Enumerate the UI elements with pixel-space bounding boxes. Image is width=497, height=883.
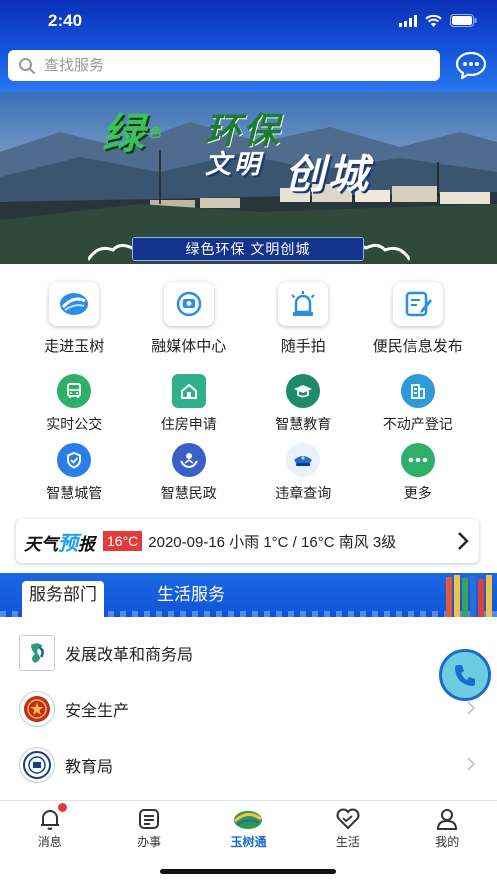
service-violation-query[interactable]: 违章查询 bbox=[246, 443, 361, 503]
tab-life-services[interactable]: 生活服务 bbox=[150, 581, 232, 617]
promo-banner[interactable]: 绿 色 环保 文明 创城 绿色环保 文明创城 bbox=[0, 92, 497, 264]
alarm-light-icon bbox=[278, 282, 329, 326]
service-smart-education[interactable]: 智慧教育 bbox=[246, 374, 361, 434]
service-label: 走进玉树 bbox=[44, 338, 105, 355]
department-name: 教育局 bbox=[65, 759, 114, 776]
banner-headline-3: 文明 bbox=[205, 150, 264, 180]
service-zoujin-yushu[interactable]: 走进玉树 bbox=[17, 282, 132, 356]
service-realtime-bus[interactable]: 实时公交 bbox=[17, 374, 132, 434]
services-row-2: 智慧城管 智慧民政 违章查询 更多 bbox=[0, 443, 497, 503]
house-icon bbox=[171, 374, 206, 408]
service-label: 智慧民政 bbox=[160, 485, 217, 501]
banner-headline-1: 绿 bbox=[102, 109, 147, 158]
weather-logo-highlight: 预 bbox=[58, 532, 78, 555]
nav-messages[interactable]: 消息 bbox=[0, 801, 99, 883]
list-item[interactable]: 发展改革和商务局 bbox=[0, 625, 497, 681]
service-label: 不动产登记 bbox=[382, 416, 453, 432]
tab-service-departments[interactable]: 服务部门 bbox=[22, 581, 104, 617]
nav-label: 我的 bbox=[435, 835, 460, 849]
banner-headline-4: 创城 bbox=[285, 151, 371, 198]
decorative-banner-ornament bbox=[446, 575, 492, 617]
person-icon bbox=[437, 809, 458, 830]
service-label: 智慧城管 bbox=[46, 485, 103, 501]
search-icon bbox=[19, 57, 35, 74]
top-header: 2:40 bbox=[0, 0, 497, 92]
nav-label: 生活 bbox=[335, 835, 360, 849]
bell-icon bbox=[40, 810, 59, 830]
service-smart-civil-affairs[interactable]: 智慧民政 bbox=[132, 443, 247, 503]
yushu-logo-icon bbox=[49, 282, 100, 326]
service-real-estate-registration[interactable]: 不动产登记 bbox=[361, 374, 476, 434]
search-input[interactable] bbox=[44, 57, 424, 74]
document-icon bbox=[139, 809, 160, 829]
banner-caption: 绿色环保 文明创城 bbox=[132, 237, 364, 261]
banner-headline-small: 色 bbox=[148, 126, 162, 141]
service-bianmin-info[interactable]: 便民信息发布 bbox=[361, 282, 476, 356]
department-name: 安全生产 bbox=[65, 703, 130, 720]
status-bar: 2:40 bbox=[0, 0, 497, 44]
list-item[interactable]: 安全生产 bbox=[0, 681, 497, 737]
battery-icon bbox=[450, 14, 477, 27]
home-indicator bbox=[160, 869, 336, 874]
weather-forecast-logo: 天气预报 bbox=[24, 527, 95, 556]
status-time: 2:40 bbox=[48, 11, 83, 30]
edit-note-icon bbox=[392, 282, 443, 326]
temperature-badge: 16°C bbox=[103, 531, 143, 551]
development-bureau-logo-icon bbox=[19, 635, 55, 671]
wifi-icon bbox=[425, 14, 442, 27]
floating-phone-button[interactable] bbox=[439, 649, 491, 701]
service-label: 违章查询 bbox=[275, 485, 332, 501]
media-center-icon bbox=[163, 282, 214, 326]
phone-icon bbox=[455, 665, 475, 686]
service-label: 实时公交 bbox=[46, 416, 103, 432]
safety-emblem-icon bbox=[19, 691, 55, 727]
weather-logo-part: 报 bbox=[78, 534, 95, 554]
weather-card[interactable]: 天气预报 16°C 2020-09-16 小雨 1°C / 16°C 南风 3级 bbox=[16, 519, 479, 563]
section-tabs: 服务部门 生活服务 bbox=[0, 573, 497, 617]
service-label: 住房申请 bbox=[160, 416, 217, 432]
service-label: 随手拍 bbox=[280, 338, 326, 355]
graduation-cap-icon bbox=[286, 374, 321, 408]
service-label: 更多 bbox=[403, 485, 432, 501]
chevron-right-icon bbox=[467, 757, 475, 771]
service-label: 智慧教育 bbox=[275, 416, 332, 432]
more-dots-icon bbox=[400, 443, 435, 477]
status-icons bbox=[399, 14, 477, 27]
services-row-1: 实时公交 住房申请 智慧教育 不动产登记 bbox=[0, 374, 497, 434]
bus-icon bbox=[57, 374, 92, 408]
yushutong-logo-icon bbox=[234, 811, 263, 829]
service-media-center[interactable]: 融媒体中心 bbox=[132, 282, 247, 356]
heart-icon bbox=[336, 808, 360, 830]
service-smart-urban-management[interactable]: 智慧城管 bbox=[17, 443, 132, 503]
notification-badge bbox=[58, 803, 67, 812]
chat-icon[interactable] bbox=[455, 51, 487, 79]
service-suishoupai[interactable]: 随手拍 bbox=[246, 282, 361, 356]
list-item[interactable]: 教育局 bbox=[0, 737, 497, 793]
service-housing-application[interactable]: 住房申请 bbox=[132, 374, 247, 434]
main-services: 走进玉树 融媒体中心 随手拍 便民信息发布 bbox=[0, 282, 497, 356]
education-seal-icon bbox=[19, 747, 55, 783]
weather-logo-part: 天气 bbox=[24, 534, 58, 554]
service-label: 融媒体中心 bbox=[151, 338, 227, 355]
police-cap-icon bbox=[286, 443, 321, 477]
department-list: 发展改革和商务局 安全生产 教育局 bbox=[0, 625, 497, 793]
search-bar[interactable] bbox=[8, 50, 440, 81]
service-more[interactable]: 更多 bbox=[361, 443, 476, 503]
nav-label: 玉树通 bbox=[230, 835, 267, 849]
weather-summary: 2020-09-16 小雨 1°C / 16°C 南风 3级 bbox=[148, 533, 397, 551]
chevron-right-icon bbox=[467, 701, 475, 715]
nav-label: 办事 bbox=[137, 835, 162, 849]
people-hands-icon bbox=[171, 443, 206, 477]
nav-label: 消息 bbox=[37, 835, 62, 849]
nav-mine[interactable]: 我的 bbox=[398, 801, 497, 883]
building-icon bbox=[400, 374, 435, 408]
service-label: 便民信息发布 bbox=[372, 338, 463, 355]
shield-icon bbox=[57, 443, 92, 477]
signal-icon bbox=[399, 14, 417, 27]
department-name: 发展改革和商务局 bbox=[65, 647, 194, 664]
chevron-right-icon bbox=[458, 532, 469, 550]
